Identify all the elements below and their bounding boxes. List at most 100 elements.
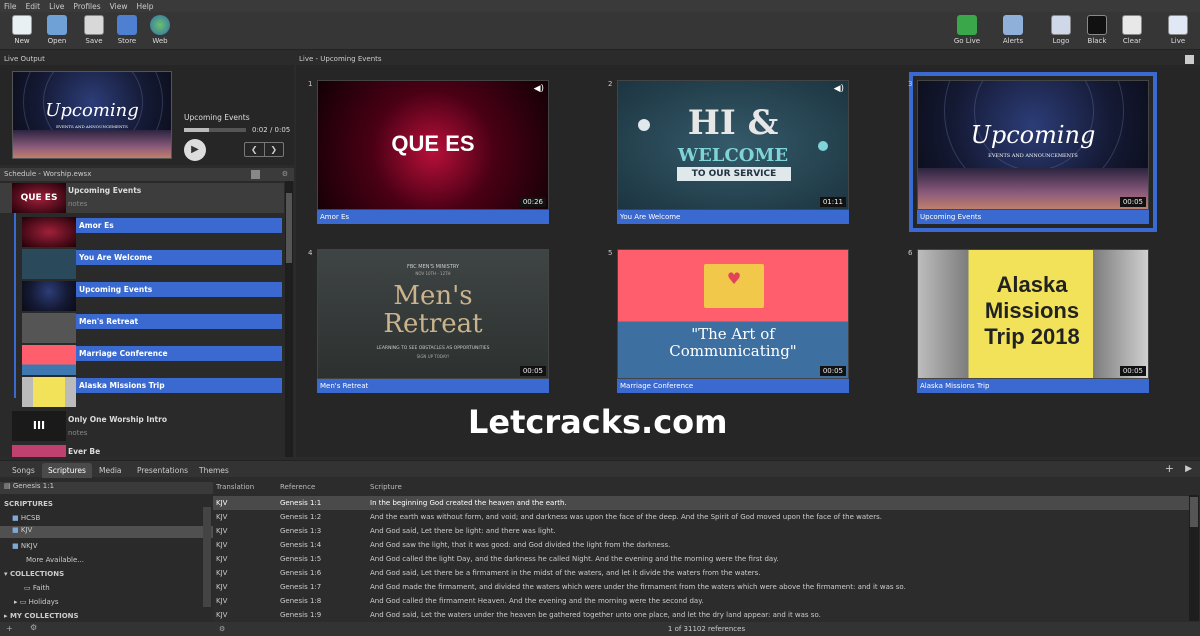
search-field[interactable]: ▤ Genesis 1:1 <box>0 482 213 494</box>
gear-icon[interactable]: ⚙ <box>219 622 225 636</box>
logo-icon <box>1051 15 1071 35</box>
version-kjv[interactable]: ■ KJV <box>0 526 213 538</box>
group-title: Only One Worship Intro <box>68 415 167 424</box>
add-icon[interactable]: + <box>6 624 13 633</box>
collections-heading[interactable]: ▾ COLLECTIONS <box>4 570 64 578</box>
add-icon[interactable]: + <box>1165 462 1174 475</box>
item-thumb <box>22 249 76 279</box>
go-live-button[interactable]: Go Live <box>952 15 982 45</box>
slide-3[interactable]: 3 Upcoming EVENTS AND ANNOUNCEMENTS 00:0… <box>908 72 1157 232</box>
progress-bar[interactable] <box>184 128 246 132</box>
live-output-panel: Upcoming EVENTS AND ANNOUNCEMENTS Upcomi… <box>0 65 294 165</box>
cell-translation: KJV <box>216 569 228 577</box>
web-button[interactable]: Web <box>145 15 175 45</box>
schedule-group-ever-be[interactable]: Ever Be <box>0 443 284 457</box>
slide-5[interactable]: 5 ♥ "The Art of Communicating" 00:05 Mar… <box>608 249 849 393</box>
library-scrollbar[interactable] <box>203 507 211 607</box>
preview-title: Upcoming <box>45 100 139 121</box>
schedule-item[interactable]: Alaska Missions Trip <box>0 377 284 407</box>
black-button[interactable]: Black <box>1082 15 1112 45</box>
live-toggle-button[interactable]: Live <box>1163 15 1193 45</box>
menu-profiles[interactable]: Profiles <box>73 2 100 11</box>
slide-4[interactable]: 4 FBC MEN'S MINISTRY NOV 10TH - 12TH Men… <box>308 249 549 393</box>
version-hcsb[interactable]: ■ HCSB <box>12 514 40 522</box>
slide-caption: Alaska Missions Trip <box>917 379 1149 393</box>
cell-translation: KJV <box>216 499 228 507</box>
cart-icon <box>117 15 137 35</box>
tab-media[interactable]: Media <box>93 463 128 478</box>
menu-view[interactable]: View <box>110 2 128 11</box>
menu-file[interactable]: File <box>4 2 17 11</box>
slide-2[interactable]: 2 HI & WELCOME TO OUR SERVICE ◀) 01:11 Y… <box>608 80 849 224</box>
collection-faith[interactable]: ▭ Faith <box>24 584 50 592</box>
table-row[interactable]: KJV Genesis 1:4 And God saw the light, tha… <box>213 538 1190 552</box>
duration: 00:05 <box>1119 197 1146 207</box>
cell-translation: KJV <box>216 513 228 521</box>
prev-slide-button[interactable]: ❮ <box>245 143 264 156</box>
schedule-header: Schedule - Worship.ewsx ⚙ <box>0 168 294 181</box>
slide-text: QUE ES <box>391 131 475 156</box>
layout-icon[interactable] <box>1185 55 1194 64</box>
schedule-item[interactable]: Upcoming Events <box>0 281 284 311</box>
table-row[interactable]: KJV Genesis 1:2 And the earth was without … <box>213 510 1190 524</box>
library-tabs: Songs Scriptures Media Presentations The… <box>0 460 1200 478</box>
duration: 00:05 <box>1119 366 1146 376</box>
slide-6[interactable]: 6 Alaska Missions Trip 2018 00:05 Alaska… <box>908 249 1149 393</box>
tab-themes[interactable]: Themes <box>193 463 235 478</box>
clear-button[interactable]: Clear <box>1117 15 1147 45</box>
next-slide-button[interactable]: ❯ <box>263 143 284 156</box>
schedule-item[interactable]: Amor Es <box>0 217 284 247</box>
slide-text: LEARNING TO SEE OBSTACLES AS OPPORTUNITI… <box>376 346 490 351</box>
play-icon[interactable]: ▶ <box>1185 464 1192 474</box>
version-nkjv[interactable]: ■ NKJV <box>12 542 38 550</box>
col-scripture[interactable]: Scripture <box>370 483 402 491</box>
slide-text: Men's <box>393 281 473 311</box>
gear-icon[interactable]: ⚙ <box>30 623 37 632</box>
floppy-icon <box>84 15 104 35</box>
menu-help[interactable]: Help <box>136 2 153 11</box>
slide-1[interactable]: 1 QUE ES ◀) 00:26 Amor Es <box>308 80 549 224</box>
globe-icon <box>150 15 170 35</box>
item-thumb <box>22 217 76 247</box>
slide-text: Trip 2018 <box>984 324 1080 349</box>
slide-caption: Men's Retreat <box>317 379 549 393</box>
slide-text: Retreat <box>383 309 483 339</box>
gear-icon[interactable]: ⚙ <box>282 168 288 181</box>
table-row[interactable]: KJV Genesis 1:8 And God called the firmame… <box>213 594 1190 608</box>
table-row[interactable]: KJV Genesis 1:5 And God called the light D… <box>213 552 1190 566</box>
col-translation[interactable]: Translation <box>216 483 254 491</box>
table-row[interactable]: KJV Genesis 1:3 And God said, Let there be… <box>213 524 1190 538</box>
cell-scripture: And God said, Let the waters under the h… <box>370 611 821 619</box>
schedule-scrollbar[interactable] <box>285 181 293 457</box>
save-button[interactable]: Save <box>79 15 109 45</box>
schedule-item[interactable]: Men's Retreat <box>0 313 284 343</box>
progress-fill <box>184 128 209 132</box>
slide-text: Upcoming <box>970 121 1096 149</box>
open-button[interactable]: Open <box>42 15 72 45</box>
table-row[interactable]: KJV Genesis 1:1 In the beginning God creat… <box>213 496 1190 510</box>
table-row[interactable]: KJV Genesis 1:9 And God said, Let the wate… <box>213 608 1190 622</box>
tab-songs[interactable]: Songs <box>6 463 41 478</box>
tab-presentations[interactable]: Presentations <box>131 463 194 478</box>
play-button[interactable]: ▶ <box>184 139 206 161</box>
new-button[interactable]: New <box>7 15 37 45</box>
menu-live[interactable]: Live <box>49 2 64 11</box>
collection-holidays[interactable]: ▸ ▭ Holidays <box>14 598 59 606</box>
more-available-link[interactable]: More Available... <box>26 556 84 564</box>
menu-edit[interactable]: Edit <box>26 2 41 11</box>
store-button[interactable]: Store <box>112 15 142 45</box>
col-reference[interactable]: Reference <box>280 483 315 491</box>
schedule-item[interactable]: You Are Welcome <box>0 249 284 279</box>
my-collections-heading[interactable]: ▸ MY COLLECTIONS <box>4 612 79 620</box>
table-row[interactable]: KJV Genesis 1:7 And God made the firmament… <box>213 580 1190 594</box>
slide-text: EVENTS AND ANNOUNCEMENTS <box>988 153 1078 159</box>
tab-scriptures[interactable]: Scriptures <box>42 463 92 478</box>
schedule-item[interactable]: Marriage Conference <box>0 345 284 375</box>
alerts-button[interactable]: Alerts <box>998 15 1028 45</box>
table-scrollbar[interactable] <box>1189 495 1199 621</box>
logo-button[interactable]: Logo <box>1046 15 1076 45</box>
grid-view-icon[interactable] <box>251 170 260 179</box>
schedule-group-worship-intro[interactable]: III Only One Worship Intro notes <box>0 411 284 441</box>
table-row[interactable]: KJV Genesis 1:6 And God said, Let there be… <box>213 566 1190 580</box>
schedule-group-upcoming[interactable]: QUE ES Upcoming Events notes <box>0 183 284 213</box>
